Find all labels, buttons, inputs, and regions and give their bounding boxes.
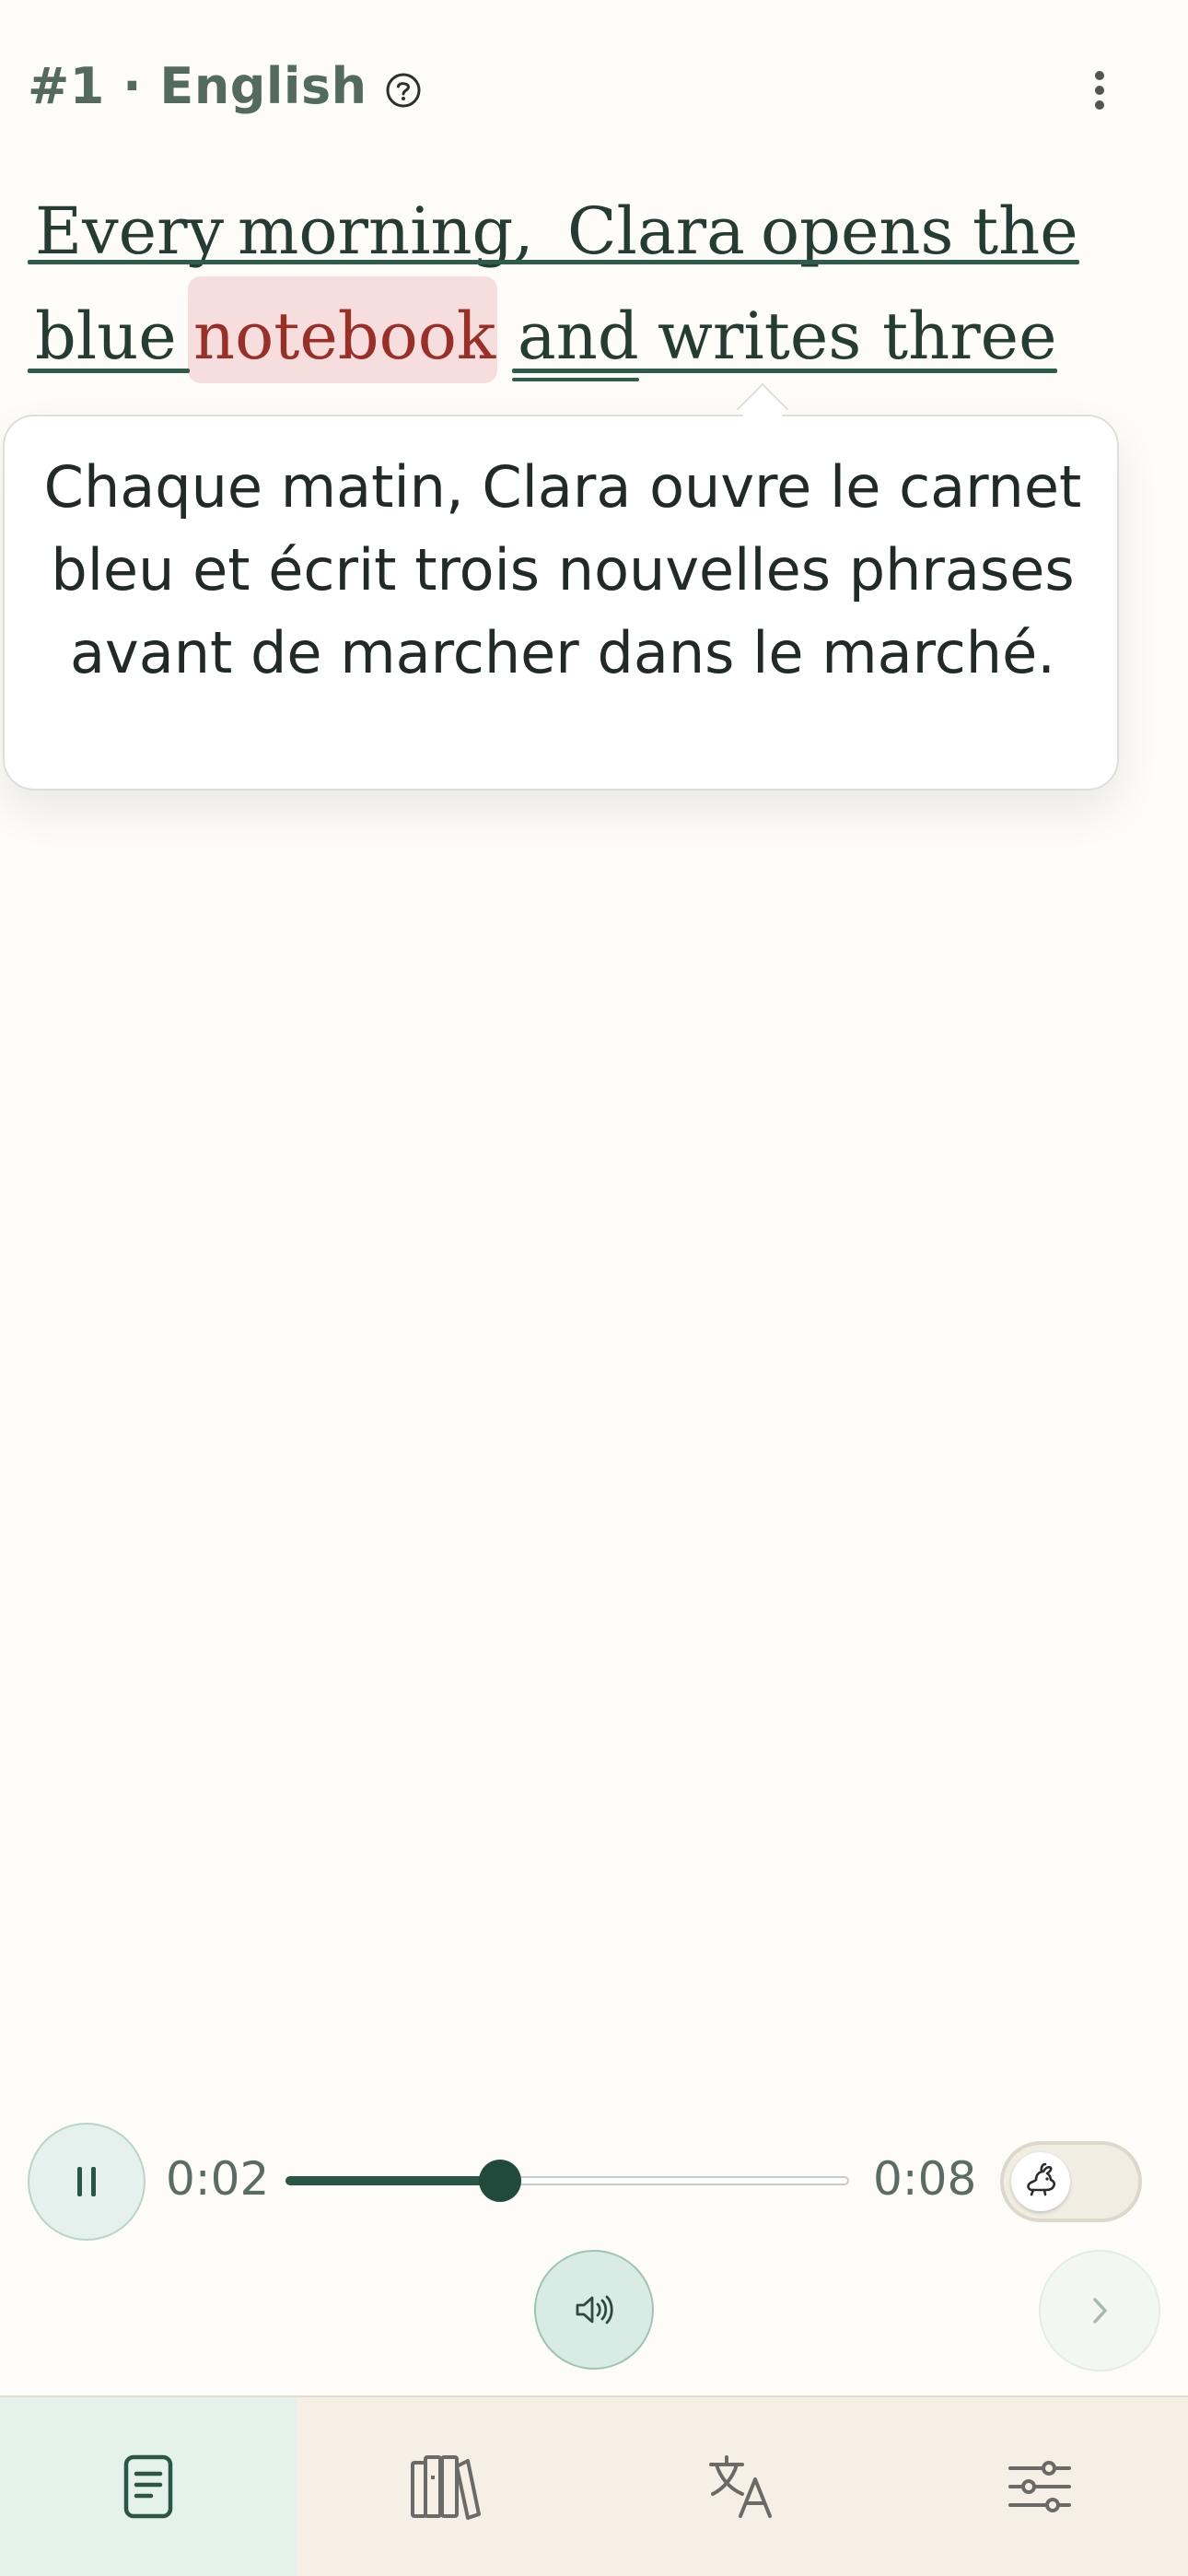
translation-popover: Chaque matin, Clara ouvre le carnet bleu… — [3, 415, 1119, 790]
current-time: 0:02 — [166, 2152, 270, 2206]
library-icon — [410, 2455, 481, 2520]
nav-item-library[interactable] — [297, 2397, 595, 2576]
translate-icon — [709, 2455, 773, 2518]
nav-item-settings[interactable] — [891, 2397, 1188, 2576]
more-menu-button[interactable] — [1076, 61, 1124, 120]
rabbit-icon — [1027, 2162, 1056, 2196]
help-button[interactable] — [379, 66, 427, 114]
word-and[interactable]: and — [518, 299, 639, 374]
nav-item-reader[interactable] — [0, 2397, 297, 2576]
pause-button[interactable] — [28, 2123, 146, 2241]
document-icon — [124, 2454, 173, 2519]
speaker-icon — [576, 2295, 613, 2324]
word-three[interactable]: three — [882, 299, 1057, 374]
word-blue[interactable]: blue — [35, 299, 177, 374]
header-bar: #1 · English — [0, 0, 1188, 184]
word-clara[interactable]: Clara — [567, 193, 745, 269]
word-notebook[interactable]: notebook — [193, 299, 495, 374]
total-time: 0:08 — [873, 2152, 977, 2206]
speed-toggle[interactable] — [1000, 2141, 1142, 2222]
page-title: #1 · English — [28, 57, 367, 115]
question-circle-icon — [386, 73, 421, 108]
progress-handle[interactable] — [478, 2160, 521, 2202]
word-opens[interactable]: opens — [761, 193, 953, 269]
pause-icon — [77, 2167, 96, 2196]
word-the[interactable]: the — [973, 193, 1078, 269]
word-underline — [512, 378, 639, 381]
sentence-underline — [28, 369, 190, 373]
sliders-icon — [1007, 2461, 1071, 2512]
sentence-underline — [512, 369, 1057, 373]
next-button[interactable] — [1039, 2250, 1160, 2371]
word-every[interactable]: Every — [35, 193, 224, 269]
nav-item-translate[interactable] — [594, 2397, 891, 2576]
speed-toggle-knob — [1011, 2152, 1070, 2211]
translation-text: Chaque matin, Clara ouvre le carnet bleu… — [43, 453, 1082, 686]
more-vertical-icon — [1095, 71, 1104, 110]
audio-button[interactable] — [534, 2250, 654, 2370]
chevron-right-icon — [1093, 2298, 1107, 2324]
word-writes[interactable]: writes — [658, 299, 861, 374]
bottom-nav — [0, 2395, 1188, 2576]
word-morning[interactable]: morning, — [238, 193, 534, 269]
progress-fill — [285, 2176, 500, 2185]
sentence-underline — [28, 260, 1079, 264]
